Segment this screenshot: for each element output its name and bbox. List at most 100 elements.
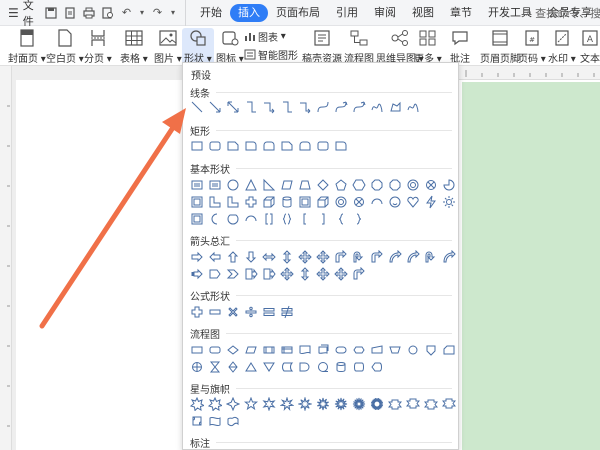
tab-insert[interactable]: 插入	[230, 3, 268, 22]
shape-wave-icon[interactable]	[207, 413, 223, 429]
shape-round-icon[interactable]	[261, 138, 277, 154]
shape-fsum-icon[interactable]	[423, 177, 439, 193]
shape-rtri-icon[interactable]	[261, 177, 277, 193]
shape-for-icon[interactable]	[189, 359, 205, 375]
shape-explode-icon[interactable]	[207, 396, 223, 412]
shape-eqeq-icon[interactable]	[261, 304, 277, 320]
tab-page-layout[interactable]: 页面布局	[268, 4, 328, 22]
tab-references[interactable]: 引用	[328, 4, 366, 22]
shape-pentagon-icon[interactable]	[333, 177, 349, 193]
shape-finternal-icon[interactable]	[279, 342, 295, 358]
shape-star-icon[interactable]	[369, 396, 385, 412]
search-input[interactable]: 查找命令、搜索模板	[535, 5, 600, 21]
shape-fdoc-icon[interactable]	[297, 342, 313, 358]
shape-star-icon[interactable]	[333, 396, 349, 412]
shape-cube-icon[interactable]	[261, 194, 277, 210]
smart-art-button[interactable]: 智能图形	[244, 47, 298, 62]
shape-star-icon[interactable]	[315, 396, 331, 412]
shape-callright-icon[interactable]	[261, 266, 277, 282]
flowchart-button[interactable]: 流程图	[344, 28, 374, 65]
shape-fdisplay-icon[interactable]	[369, 359, 385, 375]
shape-foffpage-icon[interactable]	[423, 342, 439, 358]
shape-scribble-icon[interactable]	[405, 99, 421, 115]
shape-eqneq-icon[interactable]	[279, 304, 295, 320]
shape-acurve-icon[interactable]	[387, 249, 403, 265]
tab-home[interactable]: 开始	[192, 4, 230, 22]
shape-eqmul-icon[interactable]	[225, 304, 241, 320]
shape-sun-icon[interactable]	[441, 194, 457, 210]
shape-lbrace-icon[interactable]	[333, 211, 349, 227]
shape-lshape-icon[interactable]	[207, 194, 223, 210]
undo-icon[interactable]: ↶	[119, 5, 134, 20]
shape-chord-icon[interactable]	[225, 211, 241, 227]
header-footer-button[interactable]: 页眉页脚	[480, 28, 520, 65]
shape-bracket-icon[interactable]	[261, 211, 277, 227]
shape-fpredef-icon[interactable]	[261, 342, 277, 358]
shape-aquad-icon[interactable]	[315, 266, 331, 282]
file-menu[interactable]: ☰ 文件	[0, 0, 41, 28]
shape-ribbon-icon[interactable]	[423, 396, 439, 412]
shape-curve-icon[interactable]	[315, 99, 331, 115]
shape-fcard-icon[interactable]	[441, 342, 457, 358]
shape-fdecision-icon[interactable]	[225, 342, 241, 358]
shape-elbowarrow-icon[interactable]	[297, 99, 313, 115]
draft-resources-button[interactable]: 稿壳资源	[302, 28, 342, 65]
shape-arc-icon[interactable]	[243, 211, 259, 227]
shape-fdata-icon[interactable]	[243, 342, 259, 358]
shape-aright-icon[interactable]	[189, 249, 205, 265]
shape-eqminus-icon[interactable]	[207, 304, 223, 320]
shape-star-icon[interactable]	[279, 396, 295, 412]
picture-button[interactable]: 图片 ▾	[154, 28, 182, 65]
shape-fconn-icon[interactable]	[405, 342, 421, 358]
shape-lshape-icon[interactable]	[225, 194, 241, 210]
shape-dblarrow-icon[interactable]	[225, 99, 241, 115]
shape-abend-icon[interactable]	[351, 266, 367, 282]
print-icon[interactable]	[81, 5, 96, 20]
more-button[interactable]: 更多 ▾	[414, 28, 442, 65]
shape-cube-icon[interactable]	[315, 194, 331, 210]
shape-auturn-icon[interactable]	[423, 249, 439, 265]
shape-lbrack-icon[interactable]	[297, 211, 313, 227]
shape-cylinder-icon[interactable]	[279, 194, 295, 210]
shape-bolt-icon[interactable]	[423, 194, 439, 210]
text-box-button[interactable]: A 文本	[580, 28, 600, 65]
undo-dropdown-icon[interactable]: ▾	[138, 5, 146, 20]
shape-star-icon[interactable]	[261, 396, 277, 412]
chart-button[interactable]: 图表 ▾	[244, 29, 286, 44]
shape-frame-icon[interactable]	[189, 211, 205, 227]
shape-acurve-icon[interactable]	[441, 249, 457, 265]
shape-ellipse-icon[interactable]	[225, 177, 241, 193]
shape-fstored-icon[interactable]	[279, 359, 295, 375]
shape-apentagon-icon[interactable]	[207, 266, 223, 282]
shape-aud-icon[interactable]	[279, 249, 295, 265]
shape-cross-icon[interactable]	[243, 194, 259, 210]
shape-elbow-icon[interactable]	[279, 99, 295, 115]
shape-callright-icon[interactable]	[243, 266, 259, 282]
customize-toolbar-icon[interactable]: ▾	[169, 5, 177, 20]
shape-octagon-icon[interactable]	[387, 177, 403, 193]
shape-fterm-icon[interactable]	[333, 342, 349, 358]
icons-button[interactable]: 图标 ▾	[216, 28, 244, 65]
watermark-button[interactable]: 水印 ▾	[548, 28, 576, 65]
shape-explode-icon[interactable]	[189, 396, 205, 412]
shape-aquad-icon[interactable]	[315, 249, 331, 265]
shape-aquad-icon[interactable]	[297, 249, 313, 265]
shape-scroll-icon[interactable]	[189, 413, 205, 429]
shape-star-icon[interactable]	[225, 396, 241, 412]
shape-trap-icon[interactable]	[297, 177, 313, 193]
shape-star-icon[interactable]	[297, 396, 313, 412]
shape-fdisk-icon[interactable]	[333, 359, 349, 375]
shape-ribbon-icon[interactable]	[441, 396, 457, 412]
shape-fmerge-icon[interactable]	[261, 359, 277, 375]
shape-moon-icon[interactable]	[207, 211, 223, 227]
shape-fprep-icon[interactable]	[351, 342, 367, 358]
page-break-button[interactable]: 分页 ▾	[84, 28, 112, 65]
shape-rect-icon[interactable]	[189, 138, 205, 154]
shape-textbox-icon[interactable]	[189, 177, 205, 193]
table-button[interactable]: 表格 ▾	[120, 28, 148, 65]
shape-aquad-icon[interactable]	[279, 266, 295, 282]
shape-triangle-icon[interactable]	[243, 177, 259, 193]
redo-icon[interactable]: ↷	[150, 5, 165, 20]
shape-astriped-icon[interactable]	[189, 266, 205, 282]
shape-snip-icon[interactable]	[225, 138, 241, 154]
